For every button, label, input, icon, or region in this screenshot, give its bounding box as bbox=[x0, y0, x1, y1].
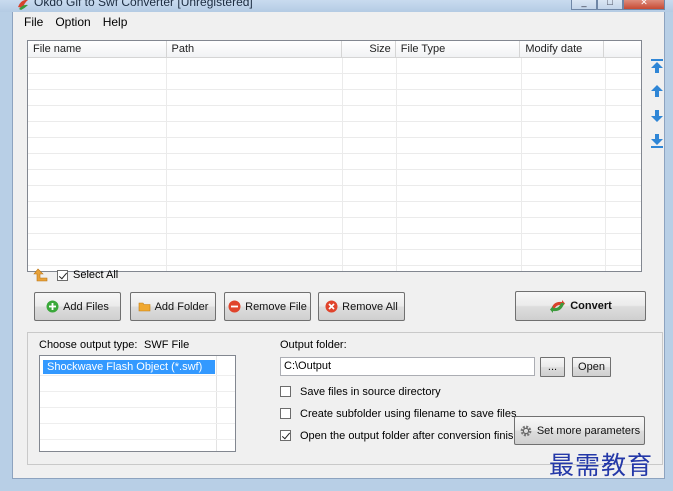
file-list-header: File name Path Size File Type Modify dat… bbox=[28, 41, 641, 58]
add-files-label: Add Files bbox=[63, 300, 109, 313]
column-path[interactable]: Path bbox=[167, 41, 342, 58]
save-in-source-label: Save files in source directory bbox=[300, 385, 441, 398]
gear-icon bbox=[520, 425, 532, 436]
output-type-value: SWF File bbox=[144, 339, 190, 351]
file-list[interactable]: File name Path Size File Type Modify dat… bbox=[27, 40, 642, 272]
output-folder-input[interactable]: C:\Output bbox=[280, 357, 535, 376]
app-logo-icon bbox=[18, 0, 28, 10]
list-item bbox=[28, 138, 641, 154]
option-create-subfolder[interactable]: Create subfolder using filename to save … bbox=[280, 407, 516, 420]
main-window: File Option Help File name Path Size Fil… bbox=[12, 12, 665, 479]
minimize-button[interactable]: _ bbox=[571, 0, 597, 10]
open-output-folder-label: Open the output folder after conversion … bbox=[300, 429, 532, 442]
menu-help[interactable]: Help bbox=[98, 15, 133, 29]
watermark-text: 最需教育 bbox=[549, 451, 654, 480]
output-type-option-swf[interactable]: Shockwave Flash Object (*.swf) bbox=[43, 360, 215, 374]
open-output-folder-checkbox[interactable] bbox=[280, 430, 291, 441]
output-type-list[interactable]: Shockwave Flash Object (*.swf) bbox=[39, 355, 236, 452]
folder-icon bbox=[138, 302, 150, 312]
select-all-label: Select All bbox=[73, 269, 119, 281]
column-modify-date[interactable]: Modify date bbox=[520, 41, 605, 58]
convert-button[interactable]: Convert bbox=[515, 291, 646, 321]
convert-label: Convert bbox=[570, 300, 612, 312]
option-save-in-source[interactable]: Save files in source directory bbox=[280, 385, 441, 398]
list-item bbox=[28, 170, 641, 186]
list-item bbox=[28, 122, 641, 138]
column-file-type[interactable]: File Type bbox=[396, 41, 521, 58]
create-subfolder-label: Create subfolder using filename to save … bbox=[300, 407, 517, 420]
menu-bar: File Option Help bbox=[13, 12, 664, 32]
delete-all-icon bbox=[325, 300, 338, 313]
title-bar[interactable]: Okdo Gif to Swf Converter [Unregistered]… bbox=[0, 0, 673, 12]
select-all-checkbox[interactable] bbox=[57, 269, 68, 281]
move-up-icon[interactable] bbox=[649, 83, 665, 99]
list-item bbox=[28, 90, 641, 106]
list-item bbox=[28, 74, 641, 90]
close-button[interactable]: ✕ bbox=[623, 0, 665, 10]
reorder-controls bbox=[649, 58, 665, 158]
column-filler bbox=[604, 41, 641, 58]
list-item bbox=[28, 218, 641, 234]
file-list-body bbox=[28, 58, 641, 271]
remove-file-button[interactable]: Remove File bbox=[224, 292, 311, 321]
parent-folder-icon[interactable] bbox=[33, 268, 49, 282]
create-subfolder-checkbox[interactable] bbox=[280, 408, 291, 419]
convert-icon bbox=[550, 299, 566, 313]
select-all-row: Select All bbox=[33, 268, 118, 282]
move-down-icon[interactable] bbox=[649, 108, 665, 124]
menu-option[interactable]: Option bbox=[50, 15, 95, 29]
set-more-parameters-label: Set more parameters bbox=[536, 424, 641, 437]
list-item bbox=[28, 186, 641, 202]
save-in-source-checkbox[interactable] bbox=[280, 386, 291, 397]
add-folder-button[interactable]: Add Folder bbox=[130, 292, 216, 321]
list-item bbox=[28, 58, 641, 74]
set-more-parameters-button[interactable]: Set more parameters bbox=[514, 416, 645, 445]
browse-button[interactable]: ... bbox=[540, 357, 565, 377]
column-file-name[interactable]: File name bbox=[28, 41, 167, 58]
add-icon bbox=[46, 300, 59, 313]
list-item bbox=[28, 106, 641, 122]
remove-all-label: Remove All bbox=[342, 300, 398, 313]
output-type-label: Choose output type: bbox=[39, 339, 138, 351]
open-button[interactable]: Open bbox=[572, 357, 611, 377]
add-files-button[interactable]: Add Files bbox=[34, 292, 121, 321]
list-item bbox=[28, 234, 641, 250]
add-folder-label: Add Folder bbox=[154, 300, 209, 313]
move-top-icon[interactable] bbox=[649, 58, 665, 74]
column-size[interactable]: Size bbox=[342, 41, 396, 58]
maximize-button[interactable]: □ bbox=[597, 0, 623, 10]
remove-file-label: Remove File bbox=[245, 300, 307, 313]
list-item bbox=[28, 154, 641, 170]
output-folder-label: Output folder: bbox=[280, 339, 347, 351]
remove-icon bbox=[228, 300, 241, 313]
list-item bbox=[28, 202, 641, 218]
list-item bbox=[28, 250, 641, 266]
remove-all-button[interactable]: Remove All bbox=[318, 292, 405, 321]
menu-file[interactable]: File bbox=[19, 15, 48, 29]
window-title: Okdo Gif to Swf Converter [Unregistered] bbox=[34, 0, 253, 9]
option-open-output-folder[interactable]: Open the output folder after conversion … bbox=[280, 429, 532, 442]
move-bottom-icon[interactable] bbox=[649, 133, 665, 149]
